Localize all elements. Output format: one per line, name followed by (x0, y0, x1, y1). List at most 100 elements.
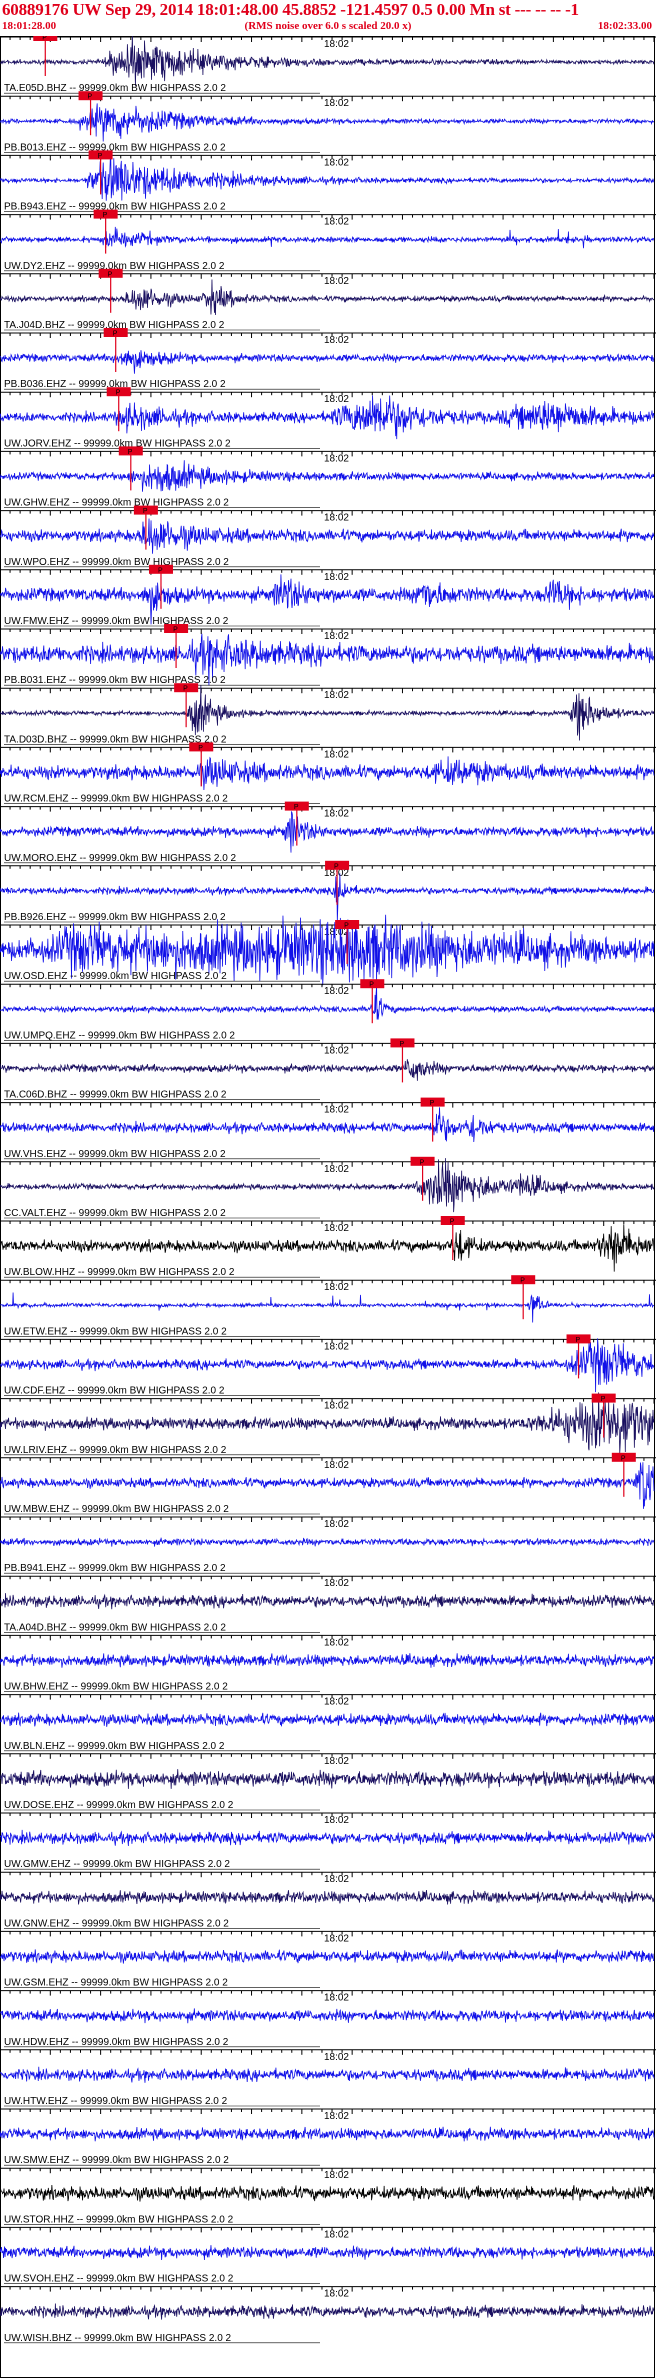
waveform-trace (0, 1537, 655, 1547)
seismogram-plot: 18:02 TA.E05D.BHZ -- 99999.0km BW HIGHPAS… (0, 32, 656, 2378)
channel-label: PB.B013.EHZ -- 99999.0km BW HIGHPASS 2.0… (4, 142, 226, 153)
channel-label: UW.SVOH.EHZ -- 99999.0km BW HIGHPASS 2.0… (4, 2274, 234, 2285)
channel-label: UW.WISH.BHZ -- 99999.0km BW HIGHPASS 2.0… (4, 2333, 232, 2344)
pick-marker-label: P (420, 1159, 425, 1166)
minute-tick-label: 18:02 (324, 157, 349, 168)
channel-label: UW.GSM.EHZ -- 99999.0km BW HIGHPASS 2.0 … (4, 1978, 228, 1989)
minute-tick-label: 18:02 (324, 1519, 349, 1530)
channel-label: UW.FMW.EHZ -- 99999.0km BW HIGHPASS 2.0 … (4, 616, 229, 627)
channel-label: UW.STOR.HHZ -- 99999.0km BW HIGHPASS 2.0… (4, 2214, 234, 2225)
pick-marker-label: P (108, 271, 113, 278)
minute-tick-label: 18:02 (324, 1460, 349, 1471)
minute-tick-label: 18:02 (324, 809, 349, 820)
minute-tick-label: 18:02 (324, 749, 349, 760)
minute-tick-label: 18:02 (324, 1933, 349, 1944)
channel-label: UW.GNW.EHZ -- 99999.0km BW HIGHPASS 2.0 … (4, 1918, 229, 1929)
pick-marker-label: P (116, 390, 121, 397)
channel-label: PB.B926.EHZ -- 99999.0km BW HIGHPASS 2.0… (4, 912, 226, 923)
waveform-trace (0, 1712, 655, 1727)
minute-tick-label: 18:02 (324, 39, 349, 50)
channel-label: UW.BHW.EHZ -- 99999.0km BW HIGHPASS 2.0 … (4, 1682, 228, 1693)
pick-marker-label: P (601, 1396, 606, 1403)
pick-marker-label: P (183, 686, 188, 693)
waveform-trace (0, 2126, 655, 2142)
channel-label: UW.WPO.EHZ -- 99999.0km BW HIGHPASS 2.0 … (4, 557, 229, 568)
channel-label: UW.GMW.EHZ -- 99999.0km BW HIGHPASS 2.0 … (4, 1859, 230, 1870)
minute-tick-label: 18:02 (324, 1874, 349, 1885)
waveform-trace (0, 1593, 655, 1610)
pick-marker-label: P (334, 863, 339, 870)
minute-tick-label: 18:02 (324, 1578, 349, 1589)
channel-label: UW.UMPQ.EHZ -- 99999.0km BW HIGHPASS 2.0… (4, 1030, 235, 1041)
channel-label: UW.SMW.EHZ -- 99999.0km BW HIGHPASS 2.0 … (4, 2155, 229, 2166)
minute-tick-label: 18:02 (324, 1282, 349, 1293)
channel-label: UW.LRIV.EHZ -- 99999.0km BW HIGHPASS 2.0… (4, 1445, 227, 1456)
pick-marker-label: P (98, 153, 103, 160)
pick-marker-label: P (450, 1219, 455, 1226)
pick-marker-label: P (158, 567, 163, 574)
minute-tick-label: 18:02 (324, 2170, 349, 2181)
minute-tick-label: 18:02 (324, 2289, 349, 2300)
channel-label: UW.ETW.EHZ -- 99999.0km BW HIGHPASS 2.0 … (4, 1326, 227, 1337)
channel-label: CC.VALT.EHZ -- 99999.0km BW HIGHPASS 2.0… (4, 1208, 226, 1219)
minute-tick-label: 18:02 (324, 1164, 349, 1175)
channel-label: UW.HDW.EHZ -- 99999.0km BW HIGHPASS 2.0 … (4, 2037, 229, 2048)
channel-label: UW.VHS.EHZ -- 99999.0km BW HIGHPASS 2.0 … (4, 1149, 226, 1160)
waveform-trace (0, 1292, 655, 1323)
event-title: 60889176 UW Sep 29, 2014 18:01:48.00 45.… (2, 0, 579, 19)
minute-tick-label: 18:02 (324, 1697, 349, 1708)
channel-label: TA.E05D.BHZ -- 99999.0km BW HIGHPASS 2.0… (4, 83, 226, 94)
minute-tick-label: 18:02 (324, 335, 349, 346)
pick-marker-label: P (173, 627, 178, 634)
pick-marker-label: P (399, 1041, 404, 1048)
channel-label: UW.CDF.EHZ -- 99999.0km BW HIGHPASS 2.0 … (4, 1386, 225, 1397)
pick-marker-label: P (621, 1455, 626, 1462)
rms-note: (RMS noise over 6.0 s scaled 20.0 x) (244, 20, 412, 32)
channel-label: UW.MORO.EHZ -- 99999.0km BW HIGHPASS 2.0… (4, 853, 237, 864)
waveform-trace (0, 1949, 655, 1964)
minute-tick-label: 18:02 (324, 1815, 349, 1826)
waveform-trace (0, 2245, 655, 2261)
minute-tick-label: 18:02 (324, 1341, 349, 1352)
pick-marker-label: P (520, 1278, 525, 1285)
pick-marker-label: P (198, 745, 203, 752)
pick-marker-label: P (88, 94, 93, 101)
channel-label: UW.BLN.EHZ -- 99999.0km BW HIGHPASS 2.0 … (4, 1741, 225, 1752)
channel-label: PB.B941.EHZ -- 99999.0km BW HIGHPASS 2.0… (4, 1563, 226, 1574)
channel-label: UW.OSD.EHZ -- 99999.0km BW HIGHPASS 2.0 … (4, 971, 227, 982)
waveform-trace (0, 1769, 655, 1789)
pick-marker-label: P (576, 1337, 581, 1344)
minute-tick-label: 18:02 (324, 1045, 349, 1056)
minute-tick-label: 18:02 (324, 1223, 349, 1234)
channel-label: TA.C06D.BHZ -- 99999.0km BW HIGHPASS 2.0… (4, 1090, 227, 1101)
channel-label: UW.BLOW.HHZ -- 99999.0km BW HIGHPASS 2.0… (4, 1267, 235, 1278)
minute-tick-label: 18:02 (324, 513, 349, 524)
channel-label: UW.JORV.EHZ -- 99999.0km BW HIGHPASS 2.0… (4, 438, 231, 449)
waveform-trace (0, 1059, 655, 1081)
waveform-trace (0, 2008, 655, 2024)
waveform-trace (0, 2066, 655, 2083)
minute-tick-label: 18:02 (324, 572, 349, 583)
channel-label: UW.MBW.EHZ -- 99999.0km BW HIGHPASS 2.0 … (4, 1504, 229, 1515)
pick-marker-label: P (143, 508, 148, 515)
waveform-trace (0, 460, 655, 492)
pick-marker-label: P (294, 804, 299, 811)
waveform-trace (0, 226, 655, 249)
minute-tick-label: 18:02 (324, 1756, 349, 1767)
end-time: 18:02:33.00 (597, 20, 652, 32)
plot-header: 60889176 UW Sep 29, 2014 18:01:48.00 45.… (0, 0, 656, 36)
minute-tick-label: 18:02 (324, 2111, 349, 2122)
minute-tick-label: 18:02 (324, 986, 349, 997)
channel-label: TA.A04D.BHZ -- 99999.0km BW HIGHPASS 2.0… (4, 1622, 226, 1633)
channel-label: UW.DOSE.EHZ -- 99999.0km BW HIGHPASS 2.0… (4, 1800, 234, 1811)
waveform-trace (0, 2185, 655, 2202)
waveform-trace (0, 2303, 655, 2320)
channel-label: UW.RCM.EHZ -- 99999.0km BW HIGHPASS 2.0 … (4, 794, 228, 805)
time-range-bar: 18:01:28.00 (RMS noise over 6.0 s scaled… (0, 19, 656, 35)
minute-tick-label: 18:02 (324, 217, 349, 228)
minute-tick-label: 18:02 (324, 1105, 349, 1116)
minute-tick-label: 18:02 (324, 2052, 349, 2063)
minute-tick-label: 18:02 (324, 1637, 349, 1648)
minute-tick-label: 18:02 (324, 394, 349, 405)
minute-tick-label: 18:02 (324, 453, 349, 464)
